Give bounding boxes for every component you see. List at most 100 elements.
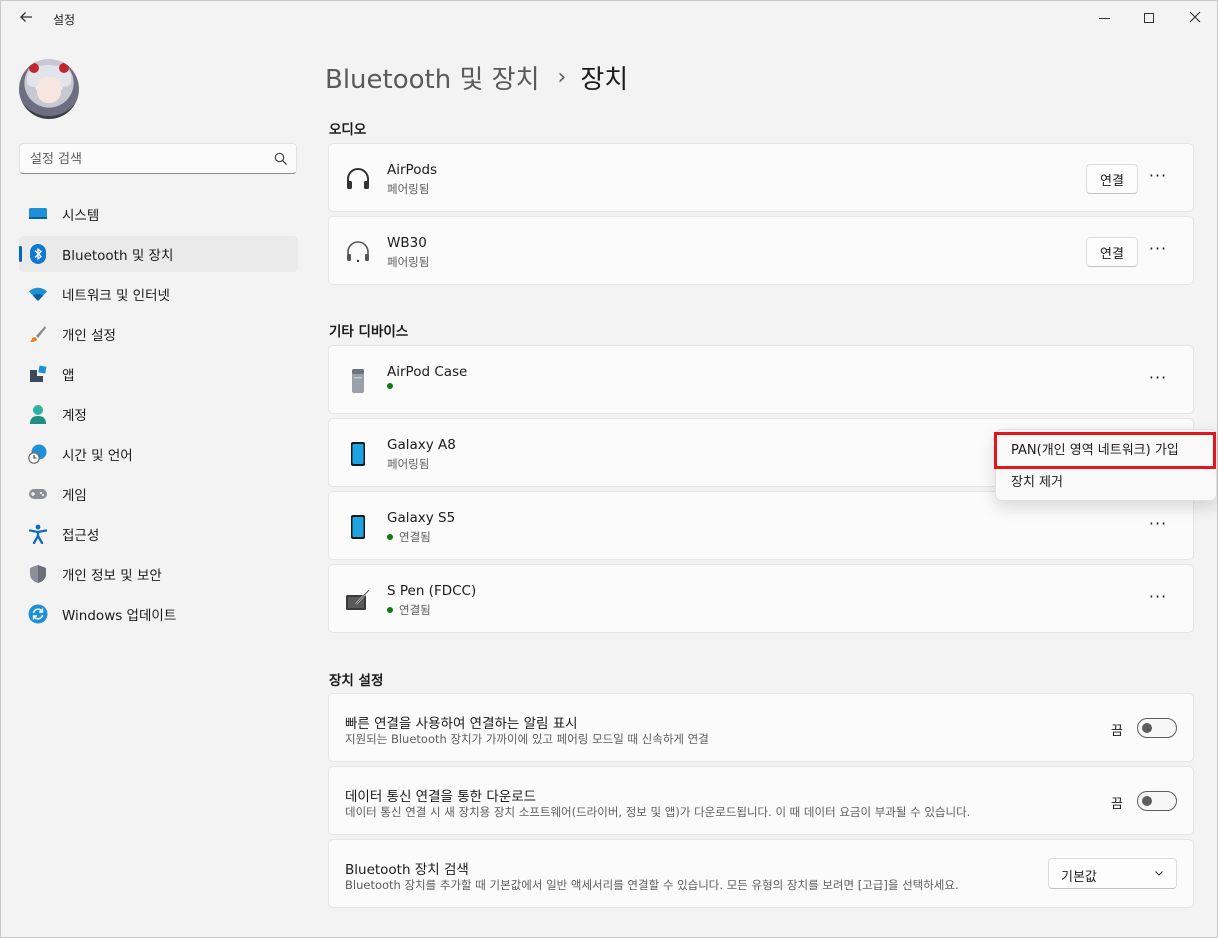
status-dot xyxy=(387,607,393,613)
device-card-s-pen[interactable]: S Pen (FDCC) 연결됨 ··· xyxy=(328,564,1194,633)
section-title-audio: 오디오 xyxy=(329,122,367,138)
connect-button[interactable]: 연결 xyxy=(1086,237,1138,267)
device-name: Galaxy A8 xyxy=(387,437,456,453)
sidebar-item-gaming[interactable]: 게임 xyxy=(19,476,298,512)
setting-metered-download: 데이터 통신 연결을 통한 다운로드 데이터 통신 연결 시 새 장치용 장치 … xyxy=(328,766,1194,835)
system-monitor-icon xyxy=(28,204,48,224)
device-status: 연결됨 xyxy=(387,602,431,618)
more-options-button[interactable]: ··· xyxy=(1145,239,1171,265)
app-title: 설정 xyxy=(53,13,76,27)
breadcrumb-parent[interactable]: Bluetooth 및 장치 xyxy=(325,59,540,96)
device-status: 연결됨 xyxy=(387,529,431,545)
brush-icon xyxy=(28,324,48,344)
avatar[interactable] xyxy=(19,59,79,119)
sidebar-item-personalization[interactable]: 개인 설정 xyxy=(19,316,298,352)
sidebar-item-label: 네트워크 및 인터넷 xyxy=(62,288,170,304)
avatar-ornament-right xyxy=(59,63,69,73)
avatar-ornament-left xyxy=(29,63,39,73)
status-dot xyxy=(387,383,393,389)
sidebar-item-label: 개인 정보 및 보안 xyxy=(62,568,162,584)
sidebar-item-accessibility[interactable]: 접근성 xyxy=(19,516,298,552)
sidebar-item-windows-update[interactable]: Windows 업데이트 xyxy=(19,596,298,632)
swift-pair-toggle[interactable] xyxy=(1137,718,1177,738)
menu-item-remove-device[interactable]: 장치 제거 xyxy=(996,468,1216,498)
sidebar-item-apps[interactable]: 앱 xyxy=(19,356,298,392)
device-name: AirPod Case xyxy=(387,364,468,380)
phone-icon xyxy=(351,442,365,466)
setting-title: 빠른 연결을 사용하여 연결하는 알림 표시 xyxy=(345,716,578,732)
device-tower-icon xyxy=(352,369,364,393)
sidebar-nav: 시스템 Bluetooth 및 장치 네트워크 및 인터넷 개인 설정 앱 계정… xyxy=(19,196,298,636)
gamepad-icon xyxy=(28,484,48,504)
connect-button[interactable]: 연결 xyxy=(1086,164,1138,194)
setting-description: 데이터 통신 연결 시 새 장치용 장치 소프트웨어(드라이버, 정보 및 앱)… xyxy=(345,805,971,819)
setting-title: Bluetooth 장치 검색 xyxy=(345,862,469,878)
search-icon[interactable] xyxy=(273,151,289,167)
sidebar-item-time-language[interactable]: 시간 및 언어 xyxy=(19,436,298,472)
more-options-button[interactable]: ··· xyxy=(1145,587,1171,613)
bluetooth-icon xyxy=(28,244,48,264)
sidebar-item-label: 접근성 xyxy=(62,528,100,544)
shield-icon xyxy=(28,564,48,584)
close-button[interactable] xyxy=(1172,5,1218,31)
sidebar-item-privacy[interactable]: 개인 정보 및 보안 xyxy=(19,556,298,592)
account-icon xyxy=(28,404,48,424)
status-dot xyxy=(387,534,393,540)
settings-window: 설정 시스템 Bluetooth 및 장치 xyxy=(0,0,1218,938)
more-options-button[interactable]: ··· xyxy=(1145,166,1171,192)
device-card-wb30[interactable]: WB30 페어링됨 연결 ··· xyxy=(328,216,1194,285)
accessibility-icon xyxy=(28,524,48,544)
sidebar-item-accounts[interactable]: 계정 xyxy=(19,396,298,432)
device-name: Galaxy S5 xyxy=(387,510,456,526)
page-title: 장치 xyxy=(580,64,629,95)
sidebar-item-label: 시간 및 언어 xyxy=(62,448,133,464)
maximize-button[interactable] xyxy=(1126,5,1172,31)
toggle-state-label: 끔 xyxy=(1111,724,1123,739)
device-card-galaxy-s5[interactable]: Galaxy S5 연결됨 ··· xyxy=(328,491,1194,560)
sidebar-item-label: 게임 xyxy=(62,488,87,504)
back-button[interactable] xyxy=(15,9,37,29)
more-options-button[interactable]: ··· xyxy=(1145,368,1171,394)
title-bar: 설정 xyxy=(1,1,1217,35)
minimize-button[interactable] xyxy=(1081,5,1127,31)
metered-download-toggle[interactable] xyxy=(1137,791,1177,811)
setting-description: 지원되는 Bluetooth 장치가 가까이에 있고 페어링 모드일 때 신속하… xyxy=(345,732,709,746)
minimize-icon xyxy=(1098,17,1110,19)
more-options-button[interactable]: ··· xyxy=(1145,514,1171,540)
sidebar-item-label: 계정 xyxy=(62,408,87,424)
device-card-airpods[interactable]: AirPods 페어링됨 연결 ··· xyxy=(328,143,1194,212)
sidebar-item-network[interactable]: 네트워크 및 인터넷 xyxy=(19,276,298,312)
apps-icon xyxy=(28,364,48,384)
breadcrumb-separator: › xyxy=(557,64,567,90)
device-status-text: 연결됨 xyxy=(399,530,431,544)
breadcrumb: Bluetooth 및 장치 › 장치 xyxy=(325,57,628,97)
toggle-knob xyxy=(1142,723,1152,733)
section-title-device-settings: 장치 설정 xyxy=(329,673,384,689)
device-name: S Pen (FDCC) xyxy=(387,583,477,599)
sidebar-item-bluetooth[interactable]: Bluetooth 및 장치 xyxy=(19,236,298,272)
close-icon xyxy=(1189,11,1201,23)
search-box[interactable] xyxy=(19,143,297,174)
toggle-state-label: 끔 xyxy=(1111,797,1123,812)
update-icon xyxy=(28,604,48,624)
setting-title: 데이터 통신 연결을 통한 다운로드 xyxy=(345,789,537,805)
back-arrow-icon xyxy=(20,12,32,22)
wifi-icon xyxy=(28,284,48,304)
sidebar-item-system[interactable]: 시스템 xyxy=(19,196,298,232)
device-card-airpod-case[interactable]: AirPod Case ··· xyxy=(328,345,1194,414)
discovery-dropdown[interactable]: 기본값 xyxy=(1048,858,1177,889)
device-status: 페어링됨 xyxy=(387,457,430,471)
sidebar-item-label: Windows 업데이트 xyxy=(62,608,177,624)
sidebar-item-label: 시스템 xyxy=(62,208,100,224)
section-title-other-devices: 기타 디바이스 xyxy=(329,324,409,340)
phone-icon xyxy=(351,515,365,539)
device-status-text: 연결됨 xyxy=(399,603,431,617)
pen-tablet-icon xyxy=(346,589,370,610)
chevron-down-icon xyxy=(1155,871,1163,876)
globe-clock-icon xyxy=(28,444,48,464)
avatar-face xyxy=(37,77,61,103)
device-name: WB30 xyxy=(387,235,427,251)
device-status: 페어링됨 xyxy=(387,255,430,269)
search-input[interactable] xyxy=(30,150,270,168)
headphones-icon xyxy=(347,168,369,189)
